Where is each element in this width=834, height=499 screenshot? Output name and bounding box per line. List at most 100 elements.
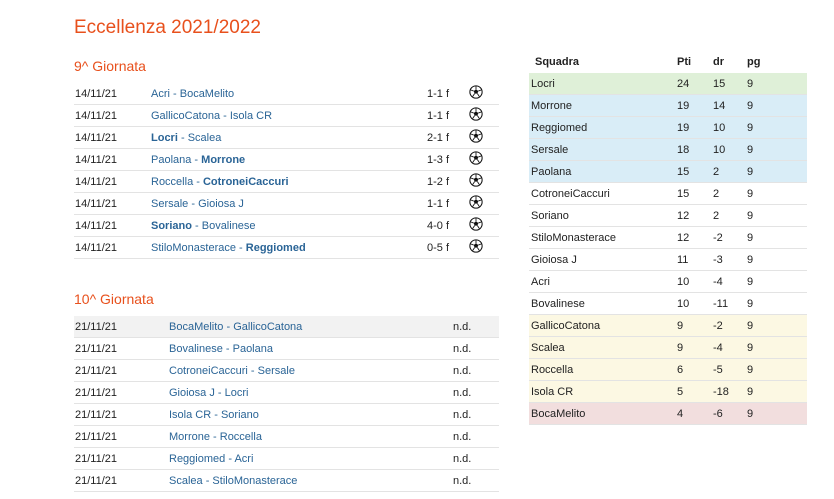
- standings-played: 9: [747, 402, 807, 425]
- soccer-ball-icon[interactable]: [469, 217, 483, 231]
- home-team-link[interactable]: CotroneiCaccuri: [169, 365, 248, 377]
- standings-row: Morrone 19 14 9: [529, 94, 807, 117]
- match-teams: Roccella - CotroneiCaccuri: [151, 170, 427, 193]
- away-team-link[interactable]: Soriano: [221, 409, 259, 421]
- standings-points: 12: [677, 204, 713, 227]
- home-team-link[interactable]: Sersale: [151, 198, 188, 210]
- team-separator: -: [202, 474, 213, 487]
- standings-row: CotroneiCaccuri 15 2 9: [529, 182, 807, 205]
- home-team-link[interactable]: Reggiomed: [169, 453, 225, 465]
- match-row: 14/11/21 Acri - BocaMelito 1-1 f: [74, 83, 499, 105]
- home-team-link[interactable]: Paolana: [151, 154, 191, 166]
- home-team-link[interactable]: Locri: [151, 132, 178, 144]
- home-team-link[interactable]: Acri: [151, 88, 170, 100]
- match-result: 1-1 f: [427, 192, 469, 215]
- match-details-cell: [469, 148, 499, 171]
- home-team-link[interactable]: GallicoCatona: [151, 110, 220, 122]
- soccer-ball-icon[interactable]: [469, 173, 483, 187]
- away-team-link[interactable]: Scalea: [188, 132, 222, 144]
- away-team-link[interactable]: Locri: [225, 387, 249, 399]
- home-team-link[interactable]: StiloMonasterace: [151, 242, 236, 254]
- standings-goal-diff: 10: [713, 138, 747, 161]
- team-separator: -: [222, 342, 233, 355]
- match-row: 14/11/21 GallicoCatona - Isola CR 1-1 f: [74, 104, 499, 127]
- standings-points: 10: [677, 270, 713, 293]
- standings-played: 9: [747, 380, 807, 403]
- round-10-matches: 21/11/21 BocaMelito - GallicoCatona n.d. 21…: [74, 316, 499, 492]
- away-team-link[interactable]: Roccella: [220, 431, 262, 443]
- standings-played: 9: [747, 292, 807, 315]
- standings-goal-diff: 15: [713, 73, 747, 95]
- standings-played: 9: [747, 138, 807, 161]
- standings-points: 9: [677, 314, 713, 337]
- standings-played: 9: [747, 182, 807, 205]
- match-date: 14/11/21: [74, 236, 151, 259]
- standings-goal-diff: 2: [713, 204, 747, 227]
- team-separator: -: [191, 153, 202, 166]
- match-details-cell: [469, 214, 499, 237]
- standings-goal-diff: 14: [713, 94, 747, 117]
- soccer-ball-icon[interactable]: [469, 195, 483, 209]
- match-result: n.d.: [453, 403, 499, 426]
- standings-team: Locri: [529, 73, 677, 95]
- round-9-title: 9^ Giornata: [74, 58, 146, 74]
- standings-points: 10: [677, 292, 713, 315]
- match-row: 14/11/21 Locri - Scalea 2-1 f: [74, 126, 499, 149]
- standings-row: Acri 10 -4 9: [529, 270, 807, 293]
- match-date: 21/11/21: [74, 425, 169, 448]
- team-separator: -: [177, 131, 188, 144]
- away-team-link[interactable]: Sersale: [258, 365, 295, 377]
- match-teams: Bovalinese - Paolana: [169, 337, 453, 360]
- away-team-link[interactable]: Morrone: [201, 154, 245, 166]
- match-date: 21/11/21: [74, 403, 169, 426]
- home-team-link[interactable]: Morrone: [169, 431, 210, 443]
- home-team-link[interactable]: BocaMelito: [169, 321, 223, 333]
- match-result: n.d.: [453, 337, 499, 360]
- soccer-ball-icon[interactable]: [469, 107, 483, 121]
- standings-team: CotroneiCaccuri: [529, 182, 677, 205]
- away-team-link[interactable]: GallicoCatona: [233, 321, 302, 333]
- away-team-link[interactable]: BocaMelito: [180, 88, 234, 100]
- standings-played: 9: [747, 248, 807, 271]
- match-date: 14/11/21: [74, 83, 151, 105]
- away-team-link[interactable]: Reggiomed: [246, 242, 306, 254]
- soccer-ball-icon[interactable]: [469, 151, 483, 165]
- team-separator: -: [247, 364, 258, 377]
- match-date: 21/11/21: [74, 469, 169, 492]
- standings-played: 9: [747, 116, 807, 139]
- standings-points: 4: [677, 402, 713, 425]
- standings-team: Acri: [529, 270, 677, 293]
- away-team-link[interactable]: Paolana: [233, 343, 273, 355]
- home-team-link[interactable]: Bovalinese: [169, 343, 223, 355]
- match-row: 21/11/21 Isola CR - Soriano n.d.: [74, 403, 499, 426]
- soccer-ball-icon[interactable]: [469, 239, 483, 253]
- away-team-link[interactable]: Acri: [234, 453, 253, 465]
- soccer-ball-icon[interactable]: [469, 85, 483, 99]
- standings-team: Gioiosa J: [529, 248, 677, 271]
- standings-points: 15: [677, 160, 713, 183]
- standings-row: Paolana 15 2 9: [529, 160, 807, 183]
- soccer-ball-icon[interactable]: [469, 129, 483, 143]
- away-team-link[interactable]: Gioiosa J: [198, 198, 244, 210]
- standings-row: Roccella 6 -5 9: [529, 358, 807, 381]
- standings-team: Scalea: [529, 336, 677, 359]
- match-teams: GallicoCatona - Isola CR: [151, 104, 427, 127]
- home-team-link[interactable]: Roccella: [151, 176, 193, 188]
- standings-goal-diff: -6: [713, 402, 747, 425]
- home-team-link[interactable]: Gioiosa J: [169, 387, 215, 399]
- match-teams: Sersale - Gioiosa J: [151, 192, 427, 215]
- away-team-link[interactable]: CotroneiCaccuri: [203, 176, 289, 188]
- standings-team: Morrone: [529, 94, 677, 117]
- away-team-link[interactable]: StiloMonasterace: [212, 475, 297, 487]
- home-team-link[interactable]: Soriano: [151, 220, 192, 232]
- away-team-link[interactable]: Bovalinese: [202, 220, 256, 232]
- standings-team: StiloMonasterace: [529, 226, 677, 249]
- match-details-cell: [469, 236, 499, 259]
- team-separator: -: [236, 241, 246, 254]
- match-row: 21/11/21 Bovalinese - Paolana n.d.: [74, 337, 499, 360]
- away-team-link[interactable]: Isola CR: [230, 110, 272, 122]
- home-team-link[interactable]: Scalea: [169, 475, 203, 487]
- standings-row: Reggiomed 19 10 9: [529, 116, 807, 139]
- home-team-link[interactable]: Isola CR: [169, 409, 211, 421]
- match-result: n.d.: [453, 425, 499, 448]
